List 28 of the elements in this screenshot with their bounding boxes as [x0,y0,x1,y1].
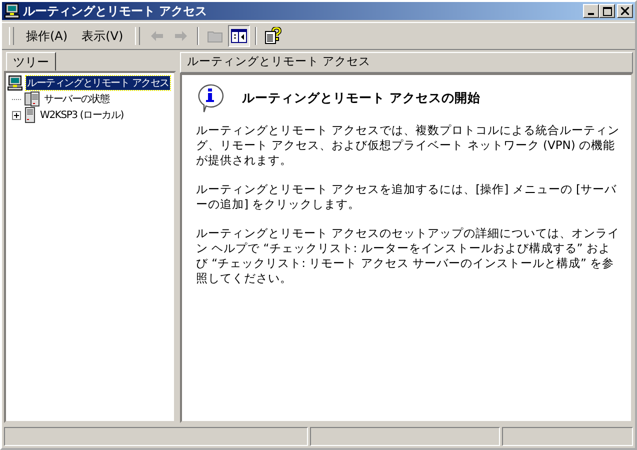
server-icon [24,107,36,123]
window-title: ルーティングとリモート アクセス [23,2,208,20]
computer-icon [7,75,23,91]
maximize-button[interactable] [599,4,615,18]
menu-item[interactable]: 操作(A) [20,26,74,46]
close-button[interactable] [617,4,633,18]
forward-arrow-icon [173,28,190,44]
pane-header: ルーティングとリモート アクセス [180,52,633,73]
paragraph: ルーティングとリモート アクセスを追加するには、[操作] メニューの [サーバーの追加] をクリックします。 [196,182,618,212]
tree-item[interactable]: W2KSP3 (ローカル) [39,108,124,122]
tree-tab[interactable]: ツリー [6,52,56,71]
tree-item[interactable]: ルーティングとリモート アクセス [26,76,170,90]
paragraph: ルーティングとリモート アクセスでは、複数プロトコルによる統合ルーティング、リモート アクセス、および仮想プライベート ネットワーク (VPN) の機能が提供されます。 [196,123,621,168]
info-icon [196,83,224,113]
help-icon [264,27,282,45]
close-icon [621,7,629,15]
menu-item[interactable]: 表示(V) [76,26,130,46]
maximize-icon [602,6,612,16]
servers-icon [24,91,40,107]
content-title: ルーティングとリモート アクセスの開始 [242,90,480,106]
minimize-button[interactable] [583,4,599,18]
computer-icon [4,3,20,19]
expand-icon[interactable] [12,110,21,120]
pane-icon [231,29,248,43]
tree-item[interactable]: サーバーの状態 [43,92,110,106]
toolbar-button[interactable] [228,25,250,47]
paragraph: ルーティングとリモート アクセスのセットアップの詳細については、オンライン ヘルプで “チェックリスト: ルーターをインストールおよび構成する” および “チェックリスト: リモート アクセス サーバーのインストールと構成” を参照してください。 [196,226,621,286]
toolbar-button[interactable] [262,25,284,47]
